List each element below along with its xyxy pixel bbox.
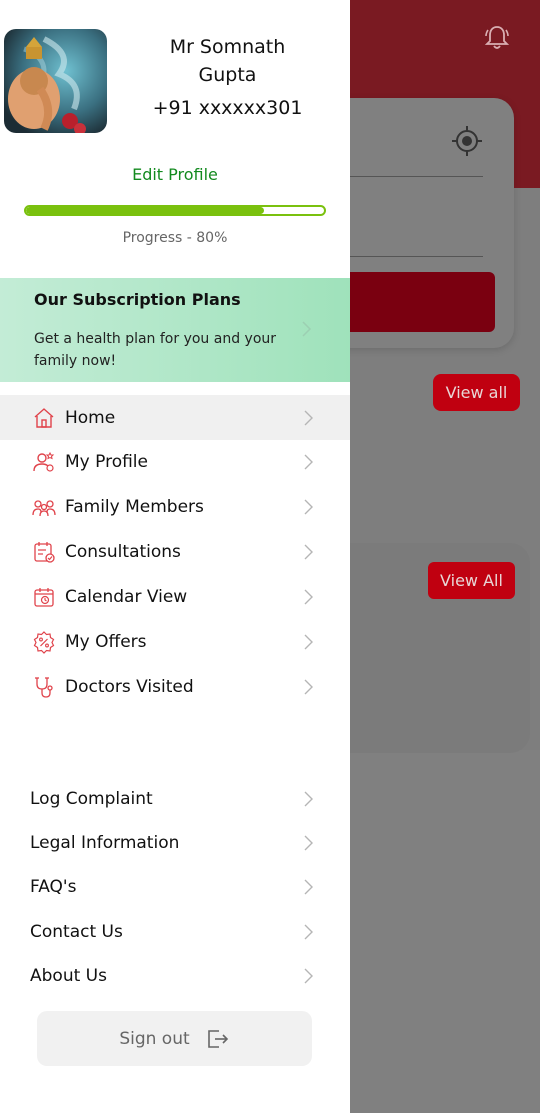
- user-name-line2: Gupta: [198, 64, 257, 86]
- menu-item-label: About Us: [30, 966, 107, 986]
- avatar[interactable]: [4, 29, 107, 133]
- subscription-description: Get a health plan for you and your famil…: [34, 331, 277, 369]
- menu-item-label: Calendar View: [65, 586, 188, 607]
- chevron-right-icon: [304, 499, 313, 514]
- menu-item-calendar-view[interactable]: Calendar View: [0, 574, 350, 619]
- view-all-button[interactable]: View all: [433, 374, 520, 411]
- chevron-right-icon: [304, 544, 313, 559]
- menu-item-label: My Profile: [65, 451, 148, 472]
- menu-item-label: FAQ's: [30, 877, 77, 897]
- chevron-right-icon: [304, 679, 313, 694]
- notification-bell-icon[interactable]: [482, 22, 512, 52]
- chevron-right-icon: [304, 924, 313, 940]
- offer-icon: [33, 630, 55, 654]
- subscription-title: Our Subscription Plans: [34, 290, 241, 309]
- menu-item-family-members[interactable]: Family Members: [0, 484, 350, 529]
- input-underline: [350, 176, 483, 177]
- locate-icon[interactable]: [450, 124, 484, 158]
- family-icon: [32, 499, 56, 516]
- profile-progress-fill: [26, 207, 265, 214]
- menu-item-about-us[interactable]: About Us: [0, 954, 350, 998]
- menu-item-legal-information[interactable]: Legal Information: [0, 821, 350, 865]
- consultation-icon: [34, 541, 55, 563]
- calendar-icon: [34, 587, 54, 607]
- search-button[interactable]: [330, 272, 495, 332]
- chevron-right-icon: [304, 589, 313, 604]
- menu-item-label: Consultations: [65, 541, 181, 562]
- user-name: Mr Somnath Gupta: [140, 33, 315, 89]
- menu-item-label: Doctors Visited: [65, 676, 194, 697]
- chevron-right-icon: [304, 410, 313, 425]
- menu-item-doctors-visited[interactable]: Doctors Visited: [0, 664, 350, 709]
- profile-progress-bar: [24, 205, 326, 216]
- user-name-line1: Mr Somnath: [169, 36, 286, 58]
- menu-item-consultations[interactable]: Consultations: [0, 529, 350, 574]
- chevron-right-icon: [302, 321, 312, 337]
- menu-item-label: Log Complaint: [30, 789, 153, 809]
- chevron-right-icon: [304, 835, 313, 851]
- menu-item-label: Family Members: [65, 496, 204, 517]
- chevron-right-icon: [304, 454, 313, 469]
- chevron-right-icon: [304, 879, 313, 895]
- menu-item-label: Legal Information: [30, 833, 180, 853]
- menu-item-my-profile[interactable]: My Profile: [0, 439, 350, 484]
- menu-item-label: Home: [65, 407, 116, 428]
- chevron-right-icon: [304, 791, 313, 807]
- navigation-drawer: Mr Somnath Gupta +91 xxxxxx301 Edit Prof…: [0, 0, 350, 1113]
- menu-item-faqs[interactable]: FAQ's: [0, 865, 350, 909]
- progress-text: Progress - 80%: [122, 230, 228, 246]
- menu-item-contact-us[interactable]: Contact Us: [0, 910, 350, 954]
- user-profile-icon: [33, 451, 55, 472]
- menu-item-label: Contact Us: [30, 922, 123, 942]
- user-phone: +91 xxxxxx301: [152, 97, 303, 119]
- menu-item-label: My Offers: [65, 631, 147, 652]
- view-all-button[interactable]: View All: [428, 562, 515, 599]
- sign-out-label: Sign out: [119, 1028, 190, 1049]
- avatar-image: [4, 29, 107, 133]
- menu-item-my-offers[interactable]: My Offers: [0, 619, 350, 664]
- sign-out-button[interactable]: Sign out: [37, 1011, 312, 1066]
- input-underline: [350, 256, 483, 257]
- menu-item-home[interactable]: Home: [0, 395, 350, 440]
- home-icon: [34, 407, 54, 428]
- chevron-right-icon: [304, 968, 313, 984]
- menu-item-log-complaint[interactable]: Log Complaint: [0, 777, 350, 821]
- stethoscope-icon: [35, 676, 53, 698]
- logout-icon: [207, 1029, 228, 1048]
- chevron-right-icon: [304, 634, 313, 649]
- edit-profile-link[interactable]: Edit Profile: [0, 165, 350, 184]
